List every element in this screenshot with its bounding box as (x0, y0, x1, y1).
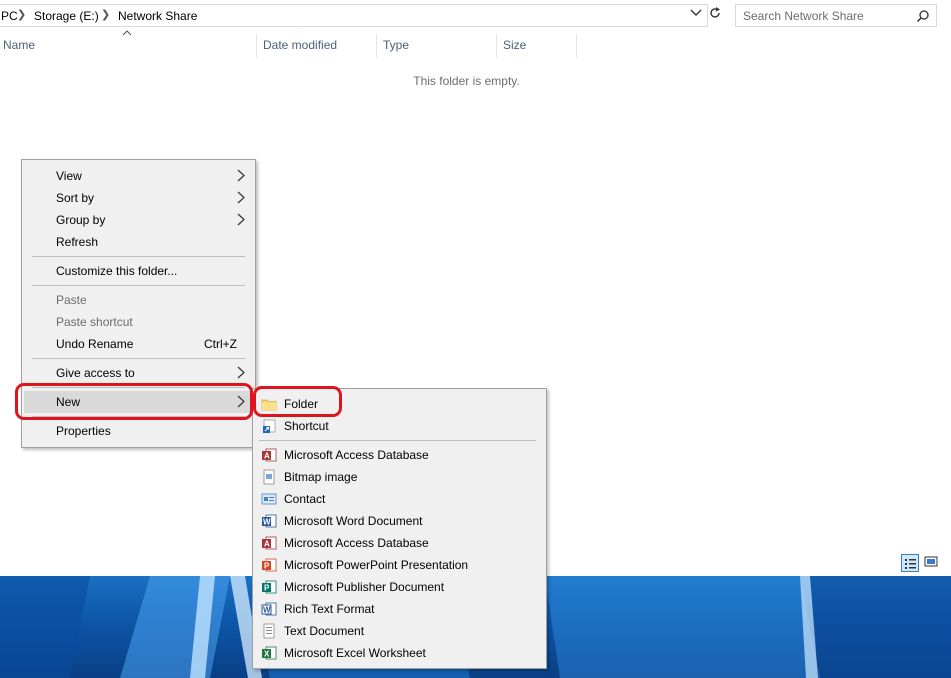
breadcrumb-network-share[interactable]: Network Share (118, 9, 197, 23)
submenu-item-label: Microsoft PowerPoint Presentation (284, 558, 469, 572)
submenu-item-label: Microsoft Word Document (284, 514, 423, 528)
submenu-item-label: Microsoft Access Database (284, 536, 429, 550)
menu-item-label: Group by (56, 213, 106, 227)
text-icon (263, 623, 275, 639)
submenu-item-label: Bitmap image (284, 470, 358, 484)
chevron-right-icon (237, 366, 245, 379)
menu-item-shortcut: Ctrl+Z (204, 337, 237, 351)
menu-item-label: Properties (56, 424, 111, 438)
submenu-item-label: Microsoft Access Database (284, 448, 429, 462)
breadcrumb-storage[interactable]: Storage (E:) (34, 9, 99, 23)
highlight-folder-annotation (253, 386, 342, 417)
submenu-item-access-database[interactable]: A Microsoft Access Database (255, 444, 544, 466)
column-divider[interactable] (376, 34, 377, 58)
submenu-item-contact[interactable]: Contact (255, 488, 544, 510)
highlight-new-annotation (15, 383, 253, 420)
chevron-right-icon (237, 213, 245, 226)
submenu-item-rich-text[interactable]: W Rich Text Format (255, 598, 544, 620)
menu-separator (32, 256, 245, 257)
refresh-icon[interactable] (708, 6, 722, 20)
menu-separator (259, 440, 536, 441)
menu-item-label: Paste (56, 293, 87, 307)
submenu-item-label: Contact (284, 492, 326, 506)
address-bar[interactable]: PC ❯ Storage (E:) ❯ Network Share (0, 4, 708, 27)
menu-item-refresh[interactable]: Refresh (24, 231, 253, 253)
menu-separator (32, 285, 245, 286)
submenu-item-powerpoint[interactable]: P Microsoft PowerPoint Presentation (255, 554, 544, 576)
column-divider[interactable] (256, 34, 257, 58)
excel-icon: X (262, 646, 277, 660)
svg-text:A: A (264, 540, 270, 549)
breadcrumb-chevron-icon[interactable]: ❯ (17, 8, 26, 21)
menu-item-give-access-to[interactable]: Give access to (24, 362, 253, 384)
powerpoint-icon: P (262, 558, 277, 572)
search-icon[interactable] (916, 9, 930, 23)
submenu-item-publisher[interactable]: P Microsoft Publisher Document (255, 576, 544, 598)
large-icons-view-icon (924, 556, 938, 567)
menu-item-label: Refresh (56, 235, 99, 249)
menu-item-customize-folder[interactable]: Customize this folder... (24, 260, 253, 282)
submenu-item-label: Rich Text Format (284, 602, 375, 616)
menu-item-view[interactable]: View (24, 165, 253, 187)
access-icon: A (262, 448, 277, 462)
svg-text:P: P (264, 562, 270, 571)
menu-item-paste: Paste (24, 289, 253, 311)
svg-text:P: P (264, 584, 270, 593)
column-header-name[interactable]: Name (3, 38, 35, 52)
column-header-type[interactable]: Type (383, 38, 409, 52)
breadcrumb-pc[interactable]: PC (1, 9, 18, 23)
large-icons-view-button[interactable] (923, 554, 941, 572)
sort-ascending-icon (122, 30, 132, 36)
shortcut-icon (263, 419, 276, 433)
menu-item-label: Paste shortcut (56, 315, 133, 329)
rtf-icon: W (261, 602, 277, 616)
contact-icon (261, 493, 277, 505)
menu-item-label: Customize this folder... (56, 264, 178, 278)
column-header-size[interactable]: Size (503, 38, 526, 52)
access-icon: A (262, 536, 277, 550)
svg-text:A: A (264, 452, 270, 461)
menu-item-label: Give access to (56, 366, 135, 380)
submenu-item-bitmap-image[interactable]: Bitmap image (255, 466, 544, 488)
chevron-down-icon[interactable] (690, 8, 702, 18)
menu-item-label: Undo Rename (56, 337, 134, 351)
bitmap-icon (263, 469, 275, 485)
submenu-item-label: Text Document (284, 624, 365, 638)
menu-item-group-by[interactable]: Group by (24, 209, 253, 231)
column-divider[interactable] (576, 34, 577, 58)
chevron-right-icon (237, 191, 245, 204)
menu-item-undo-rename[interactable]: Undo Rename Ctrl+Z (24, 333, 253, 355)
details-view-button[interactable] (901, 554, 919, 572)
menu-item-label: View (56, 169, 82, 183)
chevron-right-icon (237, 169, 245, 182)
submenu-item-word-document[interactable]: W Microsoft Word Document (255, 510, 544, 532)
submenu-item-excel[interactable]: X Microsoft Excel Worksheet (255, 642, 544, 664)
column-header-date-modified[interactable]: Date modified (263, 38, 337, 52)
submenu-item-shortcut[interactable]: Shortcut (255, 415, 544, 437)
empty-folder-message: This folder is empty. (413, 74, 520, 88)
breadcrumb-chevron-icon[interactable]: ❯ (101, 8, 110, 21)
search-placeholder: Search Network Share (743, 9, 864, 23)
svg-text:X: X (264, 650, 270, 659)
menu-item-label: Sort by (56, 191, 95, 205)
publisher-icon: P (262, 580, 277, 594)
details-view-icon (905, 559, 916, 569)
word-icon: W (262, 514, 277, 528)
menu-item-properties[interactable]: Properties (24, 420, 253, 442)
new-submenu: Folder Shortcut A Microsoft Access Datab… (252, 388, 547, 669)
svg-text:W: W (263, 518, 271, 527)
submenu-item-access-database-2[interactable]: A Microsoft Access Database (255, 532, 544, 554)
submenu-item-text-document[interactable]: Text Document (255, 620, 544, 642)
svg-text:W: W (263, 606, 271, 615)
menu-item-paste-shortcut: Paste shortcut (24, 311, 253, 333)
submenu-item-label: Microsoft Publisher Document (284, 580, 445, 594)
menu-item-sort-by[interactable]: Sort by (24, 187, 253, 209)
search-input[interactable]: Search Network Share (735, 4, 937, 27)
submenu-item-label: Microsoft Excel Worksheet (284, 646, 426, 660)
submenu-item-label: Shortcut (284, 419, 329, 433)
menu-separator (32, 358, 245, 359)
column-divider[interactable] (496, 34, 497, 58)
